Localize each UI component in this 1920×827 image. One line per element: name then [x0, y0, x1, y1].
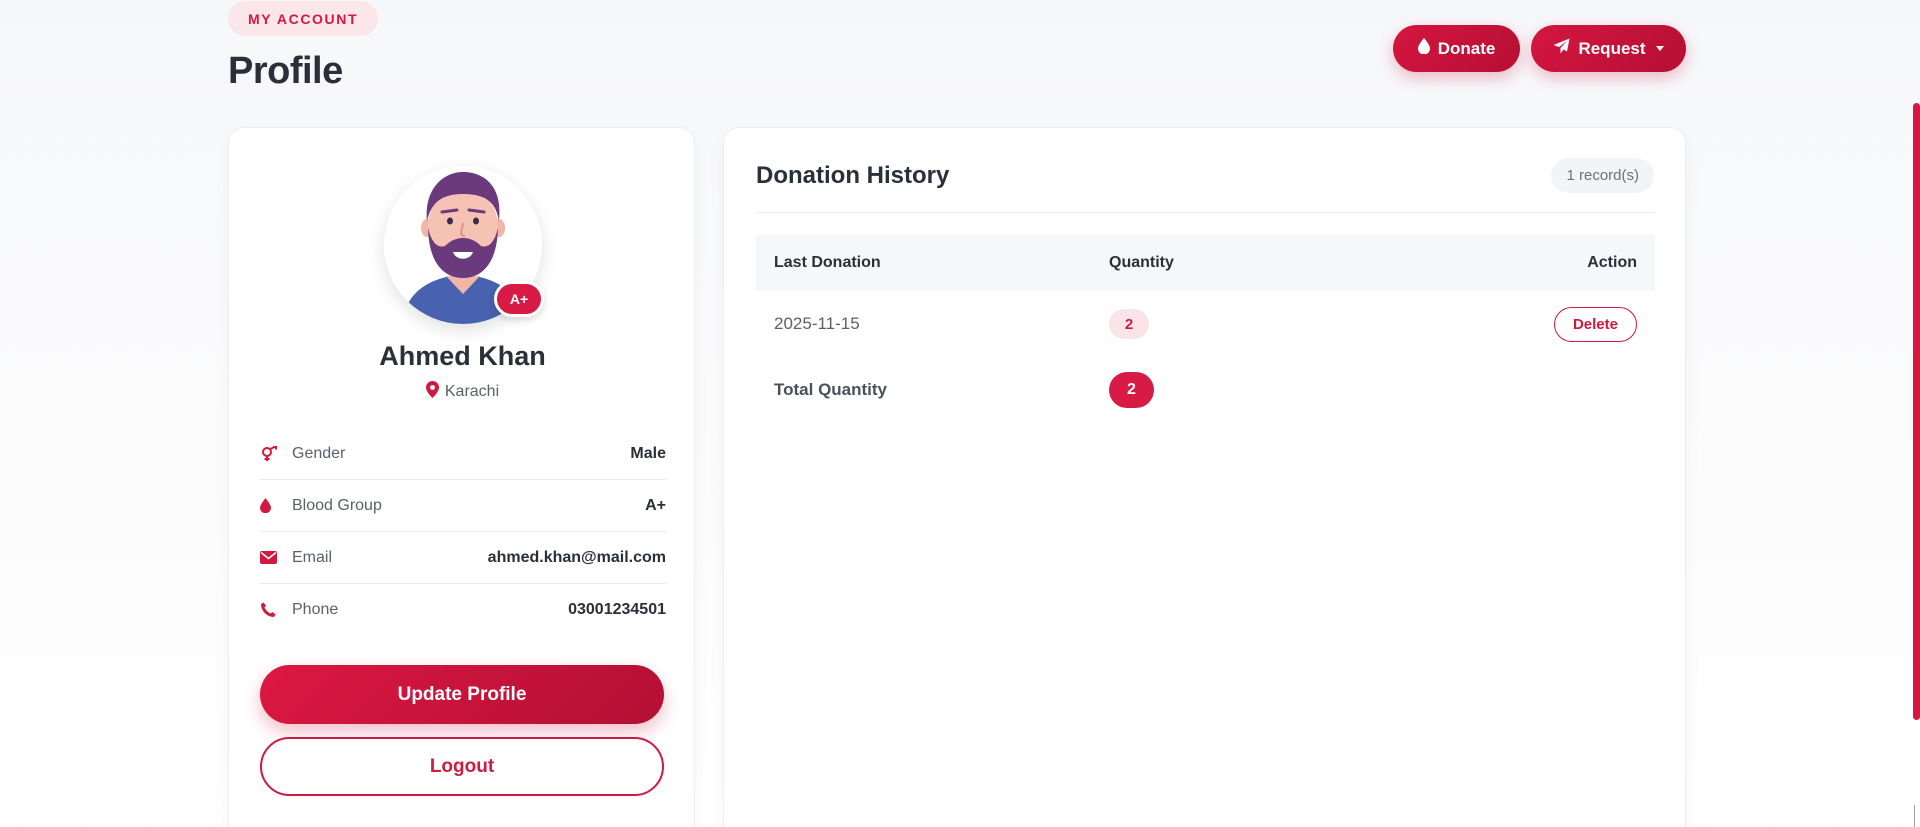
total-quantity-cell: 2	[1109, 372, 1462, 408]
quantity-cell: 2	[1109, 309, 1462, 339]
page-title: Profile	[228, 50, 343, 92]
envelope-icon	[260, 551, 292, 564]
info-row-phone: Phone 03001234501	[260, 584, 666, 636]
blood-drop-icon	[260, 498, 292, 513]
table-header: Last Donation Quantity Action	[756, 235, 1655, 291]
page-container: MY ACCOUNT Profile Donate Request A+ Ahm…	[228, 0, 1686, 827]
chevron-down-icon	[1655, 46, 1664, 51]
phone-icon	[260, 602, 292, 618]
info-row-email: Email ahmed.khan@mail.com	[260, 532, 666, 584]
info-label: Phone	[292, 601, 339, 618]
table-row: 2025-11-15 2 Delete	[756, 291, 1655, 357]
info-label: Blood Group	[292, 496, 382, 514]
paper-plane-icon	[1553, 38, 1570, 59]
delete-button[interactable]: Delete	[1553, 306, 1637, 342]
blood-drop-icon	[1417, 38, 1430, 59]
profile-name: Ahmed Khan	[379, 341, 546, 371]
column-header-last-donation: Last Donation	[774, 254, 881, 271]
request-dropdown-button[interactable]: Request	[1531, 25, 1686, 72]
info-row-gender: Gender Male	[260, 428, 666, 480]
donation-history-table: Last Donation Quantity Action 2025-11-15…	[756, 235, 1655, 423]
info-row-blood-group: Blood Group A+	[260, 480, 666, 532]
record-count-badge: 1 record(s)	[1551, 158, 1654, 193]
section-eyebrow: MY ACCOUNT	[228, 1, 379, 36]
info-value: 03001234501	[568, 601, 666, 618]
scrollbar-thumb[interactable]	[1913, 103, 1920, 720]
profile-location: Karachi	[229, 381, 696, 403]
total-quantity-badge: 2	[1109, 372, 1154, 408]
profile-info-list: Gender Male Blood Group A+ Email ahmed.k…	[260, 428, 666, 636]
info-value: Male	[630, 444, 666, 462]
divider	[756, 212, 1654, 213]
blood-group-badge: A+	[494, 281, 544, 317]
quantity-badge: 2	[1109, 309, 1149, 339]
action-cell: Delete	[1462, 306, 1655, 342]
donate-label: Donate	[1437, 38, 1496, 58]
column-header-action-label: Action	[1587, 254, 1637, 271]
donation-history-title: Donation History	[756, 162, 950, 189]
column-header-action: Action	[1462, 254, 1655, 272]
update-profile-button[interactable]: Update Profile	[260, 665, 664, 724]
total-quantity-label: Total Quantity	[774, 380, 888, 399]
donate-button[interactable]: Donate	[1393, 25, 1520, 72]
info-value: ahmed.khan@mail.com	[487, 548, 666, 566]
donation-date: 2025-11-15	[774, 314, 860, 333]
info-value: A+	[645, 496, 666, 514]
logout-button[interactable]: Logout	[260, 737, 664, 796]
map-pin-icon	[425, 381, 439, 403]
column-header-quantity: Quantity	[1109, 254, 1174, 271]
resize-corner	[1914, 805, 1915, 827]
info-label: Email	[292, 548, 333, 566]
location-text: Karachi	[444, 383, 500, 400]
request-label: Request	[1578, 38, 1646, 58]
donation-history-card: Donation History 1 record(s) Last Donati…	[723, 127, 1686, 827]
total-row: Total Quantity 2	[756, 357, 1655, 423]
gender-icon	[260, 445, 292, 462]
info-label: Gender	[292, 444, 346, 462]
profile-card: A+ Ahmed Khan Karachi Gender Male Blood …	[228, 127, 695, 827]
